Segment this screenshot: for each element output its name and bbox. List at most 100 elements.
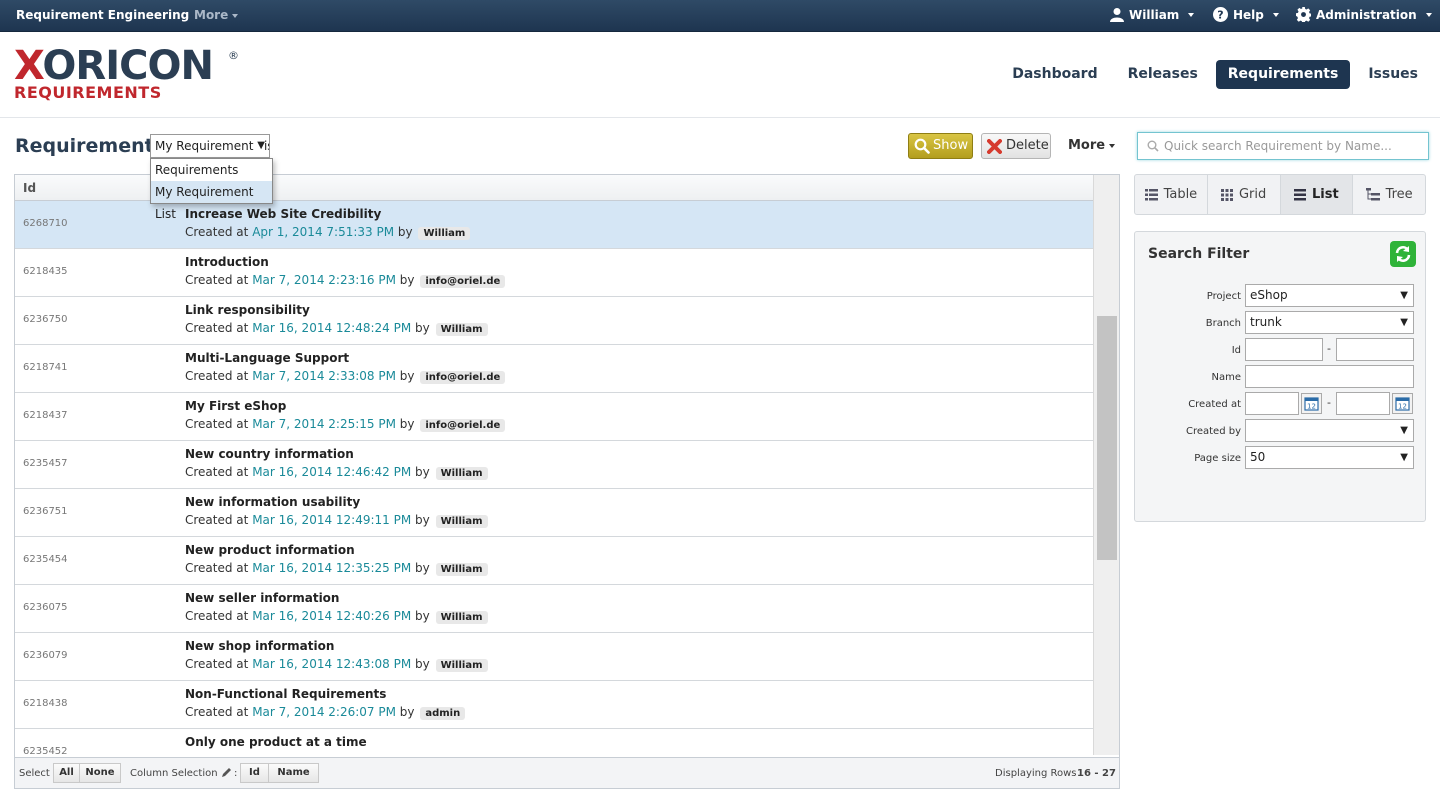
row-user-badge: William <box>435 323 488 336</box>
row-user-badge: William <box>418 227 471 240</box>
row-name[interactable]: New seller information <box>185 591 339 605</box>
row-name[interactable]: Introduction <box>185 255 269 269</box>
row-user-badge: William <box>435 515 488 528</box>
dropdown-arrow-icon: ▼ <box>1400 452 1408 463</box>
administration-menu[interactable]: Administration <box>1296 7 1432 22</box>
nav-requirements[interactable]: Requirements <box>1215 60 1351 89</box>
view-tree-button[interactable]: Tree <box>1353 175 1425 214</box>
dropdown-arrow-icon: ▼ <box>1400 317 1408 328</box>
row-meta: Created at Mar 16, 2014 12:43:08 PM by W… <box>185 657 488 672</box>
view-grid-button[interactable]: Grid <box>1208 175 1281 214</box>
by-label: by <box>415 561 430 575</box>
nav-issues[interactable]: Issues <box>1356 60 1430 89</box>
created-prefix: Created at <box>185 417 249 431</box>
requirement-list-select[interactable]: My Requirement List ▼ <box>150 134 270 158</box>
column-toggle-name[interactable]: Name <box>268 763 319 783</box>
id-from-input[interactable] <box>1245 338 1323 361</box>
row-name[interactable]: New product information <box>185 543 355 557</box>
table-row[interactable]: 6268710 Increase Web Site Credibility Crea… <box>15 201 1093 249</box>
project-select[interactable]: eShop ▼ <box>1245 284 1414 307</box>
row-name[interactable]: Only one product at a time <box>185 735 367 749</box>
list-icon <box>1294 188 1307 200</box>
chevron-down-icon <box>1188 12 1195 17</box>
branch-label: Branch <box>1205 318 1241 329</box>
table-row[interactable]: 6236750 Link responsibility Created at Mar… <box>15 297 1093 345</box>
user-menu[interactable]: William <box>1110 7 1195 22</box>
table-row[interactable]: 6236075 New seller information Created at … <box>15 585 1093 633</box>
list-option-my-requirement-list[interactable]: My Requirement List <box>151 181 272 221</box>
row-name[interactable]: Non-Functional Requirements <box>185 687 386 701</box>
row-name[interactable]: Link responsibility <box>185 303 310 317</box>
administration-menu-label: Administration <box>1316 7 1417 22</box>
table-row[interactable]: 6218437 My First eShop Created at Mar 7, 2… <box>15 393 1093 441</box>
column-toggle-id[interactable]: Id <box>240 763 269 783</box>
created-prefix: Created at <box>185 513 249 527</box>
row-user-badge: admin <box>420 707 466 720</box>
select-all-button[interactable]: All <box>53 763 80 783</box>
row-user-badge: info@oriel.de <box>420 275 506 288</box>
scrollbar-thumb[interactable] <box>1097 316 1117 560</box>
table-row[interactable]: 6235454 New product information Created at… <box>15 537 1093 585</box>
table-row[interactable]: 6218435 Introduction Created at Mar 7, 201… <box>15 249 1093 297</box>
row-user-badge: William <box>435 611 488 624</box>
row-name[interactable]: Multi-Language Support <box>185 351 349 365</box>
table-row[interactable]: 6235457 New country information Created at… <box>15 441 1093 489</box>
grid-scrollbar[interactable] <box>1093 175 1119 755</box>
row-meta: Created at Mar 7, 2014 2:26:07 PM by adm… <box>185 705 466 720</box>
by-label: by <box>397 225 413 239</box>
search-filter-title: Search Filter <box>1148 246 1250 262</box>
more-actions-menu[interactable]: More <box>1068 138 1116 153</box>
pencil-icon[interactable] <box>221 767 232 778</box>
quick-search-input[interactable] <box>1164 138 1422 154</box>
row-name[interactable]: Increase Web Site Credibility <box>185 207 381 221</box>
name-input[interactable] <box>1245 365 1414 388</box>
nav-dashboard[interactable]: Dashboard <box>1000 60 1109 89</box>
displaying-rows-range: 16 - 27 <box>1077 768 1116 779</box>
table-row[interactable]: 6236751 New information usability Created … <box>15 489 1093 537</box>
id-range-dash: - <box>1327 342 1331 355</box>
gear-icon <box>1296 7 1311 22</box>
row-name[interactable]: New information usability <box>185 495 360 509</box>
header: XORICON ® REQUIREMENTS Dashboard Release… <box>0 33 1440 118</box>
help-icon: ? <box>1213 7 1228 22</box>
view-list-button[interactable]: List <box>1280 175 1354 214</box>
row-meta: Created at Mar 16, 2014 12:48:24 PM by W… <box>185 321 488 336</box>
top-more-menu[interactable]: More <box>194 8 239 22</box>
by-label: by <box>399 369 415 383</box>
row-name[interactable]: New shop information <box>185 639 334 653</box>
calendar-icon[interactable]: 12 <box>1301 393 1322 414</box>
table-row[interactable]: 6218741 Multi-Language Support Created at … <box>15 345 1093 393</box>
help-menu[interactable]: ? Help <box>1213 7 1279 22</box>
search-filter-panel: Search Filter Project eShop ▼ Branch trun… <box>1134 231 1426 522</box>
nav-releases[interactable]: Releases <box>1116 60 1210 89</box>
show-button-label: Show <box>933 138 969 153</box>
created-prefix: Created at <box>185 225 249 239</box>
created-from-input[interactable] <box>1245 392 1299 415</box>
refresh-button[interactable] <box>1390 241 1416 267</box>
calendar-icon[interactable]: 12 <box>1392 393 1413 414</box>
row-created-date: Mar 16, 2014 12:49:11 PM <box>252 513 412 527</box>
created-by-select[interactable]: ▼ <box>1245 419 1414 442</box>
row-name[interactable]: New country information <box>185 447 354 461</box>
row-meta: Created at Mar 16, 2014 12:49:11 PM by W… <box>185 513 488 528</box>
table-row[interactable]: 6218438 Non-Functional Requirements Create… <box>15 681 1093 729</box>
created-prefix: Created at <box>185 321 249 335</box>
page-size-select[interactable]: 50 ▼ <box>1245 446 1414 469</box>
delete-button[interactable]: Delete <box>981 133 1051 159</box>
row-id: 6236079 <box>23 650 68 661</box>
column-header-id[interactable]: Id <box>23 181 36 195</box>
select-none-button[interactable]: None <box>79 763 121 783</box>
branch-select[interactable]: trunk ▼ <box>1245 311 1414 334</box>
table-row[interactable]: 6236079 New shop information Created at Ma… <box>15 633 1093 681</box>
id-to-input[interactable] <box>1336 338 1414 361</box>
show-button[interactable]: Show <box>908 133 973 159</box>
by-label: by <box>415 513 430 527</box>
table-row[interactable]: 6235452 Only one product at a time <box>15 729 1093 755</box>
list-option-requirements[interactable]: Requirements <box>151 159 272 181</box>
xoricon-logo[interactable]: XORICON ® REQUIREMENTS <box>14 46 239 101</box>
app-title[interactable]: Requirement Engineering <box>16 8 189 22</box>
by-label: by <box>399 705 415 719</box>
created-to-input[interactable] <box>1336 392 1390 415</box>
row-name[interactable]: My First eShop <box>185 399 286 413</box>
view-table-button[interactable]: Table <box>1135 175 1208 214</box>
